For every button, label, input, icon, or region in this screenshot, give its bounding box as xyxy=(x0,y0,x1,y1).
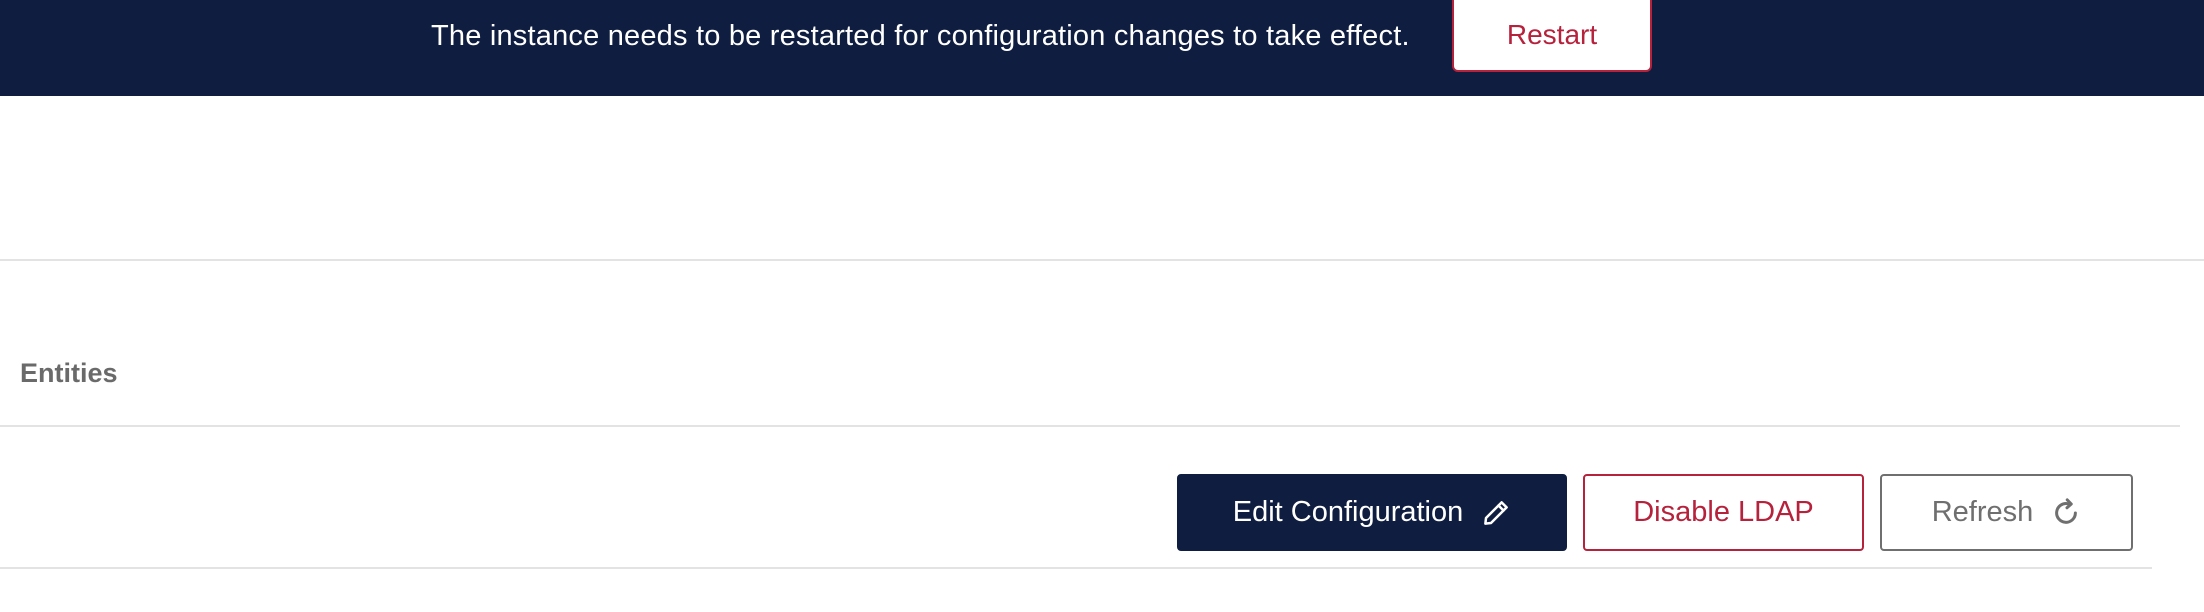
divider xyxy=(0,567,2152,569)
section-title: Entities xyxy=(20,358,118,388)
refresh-icon xyxy=(2051,497,2081,528)
refresh-button[interactable]: Refresh xyxy=(1880,474,2133,551)
pencil-icon xyxy=(1481,498,1511,528)
page: The instance needs to be restarted for c… xyxy=(0,0,2204,612)
divider xyxy=(0,259,2204,261)
divider xyxy=(0,425,2180,427)
restart-button[interactable]: Restart xyxy=(1452,0,1652,72)
restart-message: The instance needs to be restarted for c… xyxy=(431,20,1410,52)
disable-ldap-label: Disable LDAP xyxy=(1633,496,1814,528)
refresh-label: Refresh xyxy=(1931,496,2034,528)
edit-configuration-button[interactable]: Edit Configuration xyxy=(1177,474,1567,551)
disable-ldap-button[interactable]: Disable LDAP xyxy=(1583,474,1864,551)
restart-banner: The instance needs to be restarted for c… xyxy=(0,0,2204,96)
restart-button-label: Restart xyxy=(1506,19,1598,50)
edit-configuration-label: Edit Configuration xyxy=(1232,496,1464,528)
